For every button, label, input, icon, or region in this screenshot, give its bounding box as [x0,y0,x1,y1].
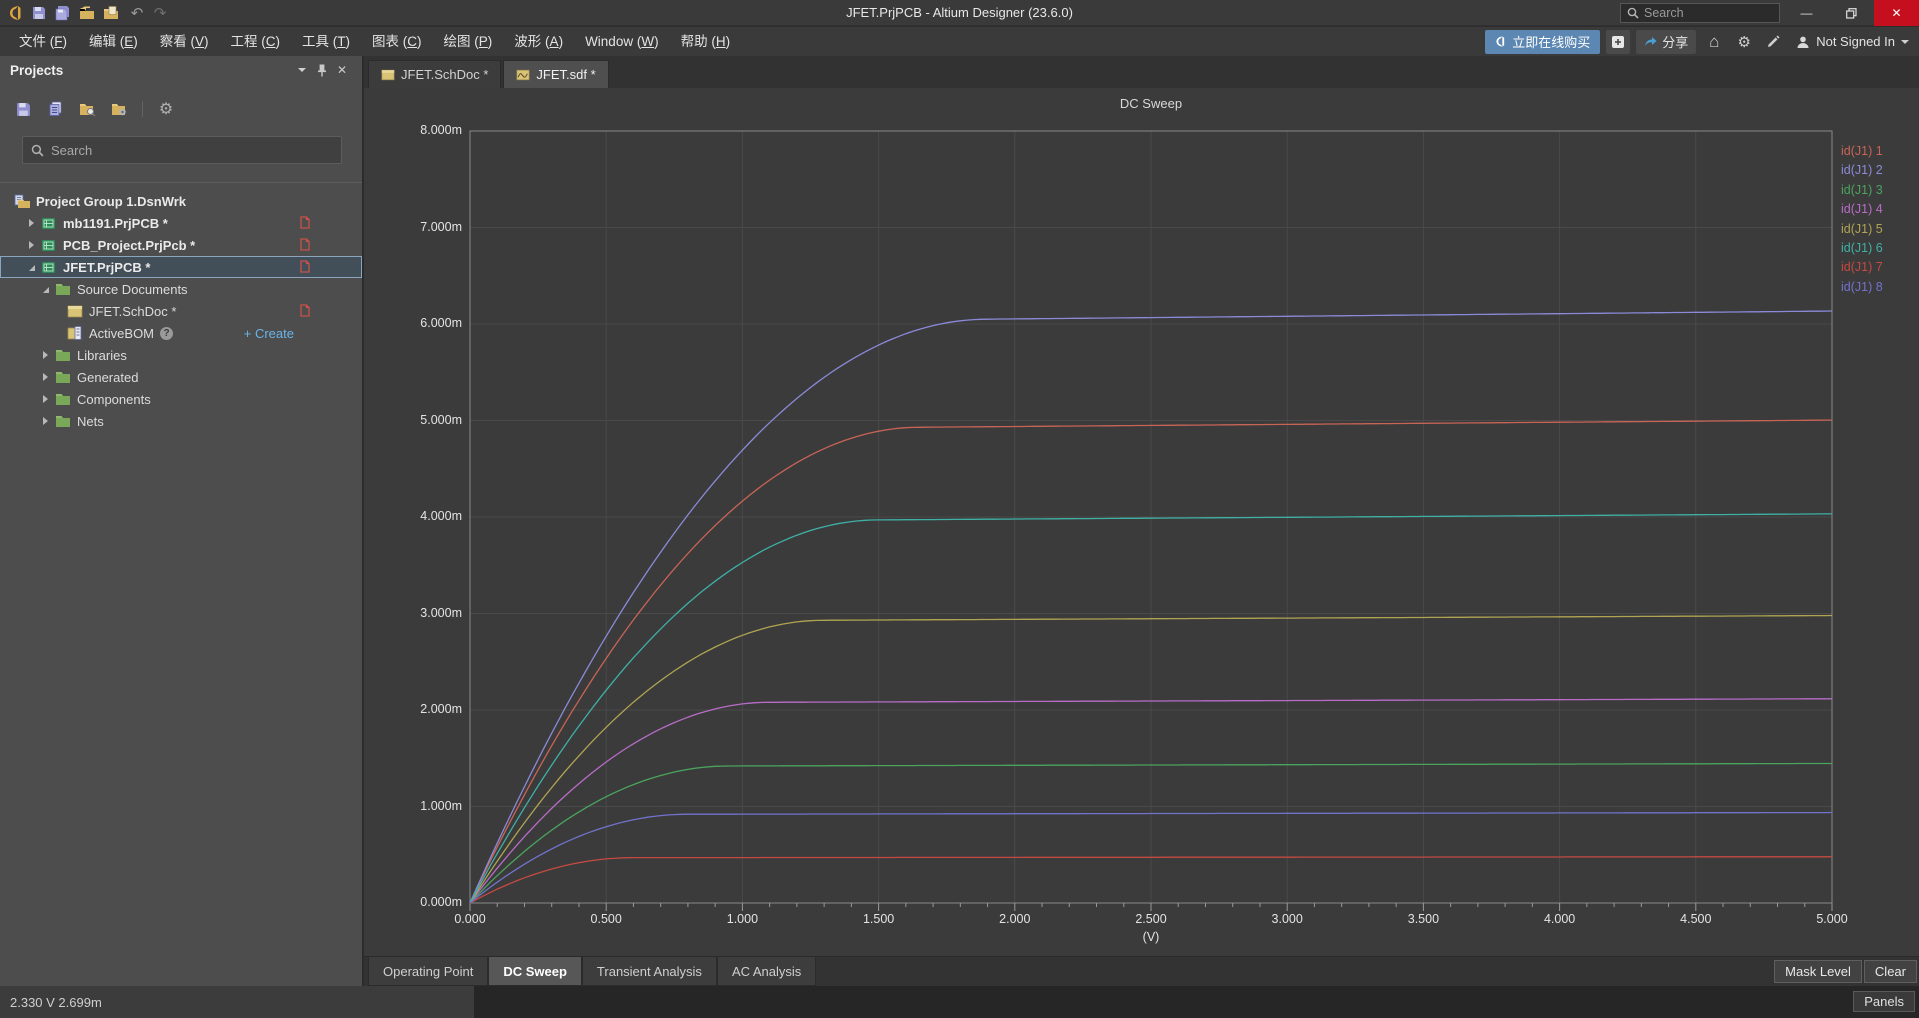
legend-entry[interactable]: id(J1) 2 [1841,161,1883,180]
legend-entry[interactable]: id(J1) 6 [1841,239,1883,258]
x-tick-label: 3.500 [1393,912,1453,926]
dc-sweep-plot[interactable] [0,0,1919,1018]
y-tick-label: 7.000m [390,220,462,234]
y-tick-label: 2.000m [390,702,462,716]
tab-dc-sweep[interactable]: DC Sweep [488,957,582,986]
status-bar: 2.330 V 2.699m Panels [0,986,1919,1018]
x-tick-label: 1.000 [712,912,772,926]
x-tick-label: 4.500 [1666,912,1726,926]
clear-button[interactable]: Clear [1864,960,1917,983]
x-tick-label: 0.000 [440,912,500,926]
tab-operating-point[interactable]: Operating Point [368,957,488,986]
legend-entry[interactable]: id(J1) 7 [1841,258,1883,277]
legend-entry[interactable]: id(J1) 8 [1841,278,1883,297]
x-tick-label: 4.000 [1530,912,1590,926]
x-axis-unit-label: (V) [470,930,1832,944]
analysis-tab-bar: Operating Point DC Sweep Transient Analy… [364,956,1919,986]
legend-entry[interactable]: id(J1) 4 [1841,200,1883,219]
x-tick-label: 5.000 [1802,912,1862,926]
x-tick-label: 3.000 [1257,912,1317,926]
tab-ac-analysis[interactable]: AC Analysis [717,957,816,986]
y-tick-label: 1.000m [390,799,462,813]
legend-entry[interactable]: id(J1) 1 [1841,142,1883,161]
legend-entry[interactable]: id(J1) 3 [1841,181,1883,200]
mask-level-button[interactable]: Mask Level [1774,960,1862,983]
x-tick-label: 1.500 [849,912,909,926]
y-tick-label: 3.000m [390,606,462,620]
y-tick-label: 6.000m [390,316,462,330]
y-tick-label: 8.000m [390,123,462,137]
chart-legend: id(J1) 1id(J1) 2id(J1) 3id(J1) 4id(J1) 5… [1841,142,1883,297]
cursor-coordinates: 2.330 V 2.699m [0,986,474,1018]
y-tick-label: 0.000m [390,895,462,909]
y-tick-label: 5.000m [390,413,462,427]
x-tick-label: 2.000 [985,912,1045,926]
tab-transient-analysis[interactable]: Transient Analysis [582,957,717,986]
legend-entry[interactable]: id(J1) 5 [1841,220,1883,239]
panels-button[interactable]: Panels [1853,991,1915,1012]
x-tick-label: 2.500 [1121,912,1181,926]
y-tick-label: 4.000m [390,509,462,523]
x-tick-label: 0.500 [576,912,636,926]
